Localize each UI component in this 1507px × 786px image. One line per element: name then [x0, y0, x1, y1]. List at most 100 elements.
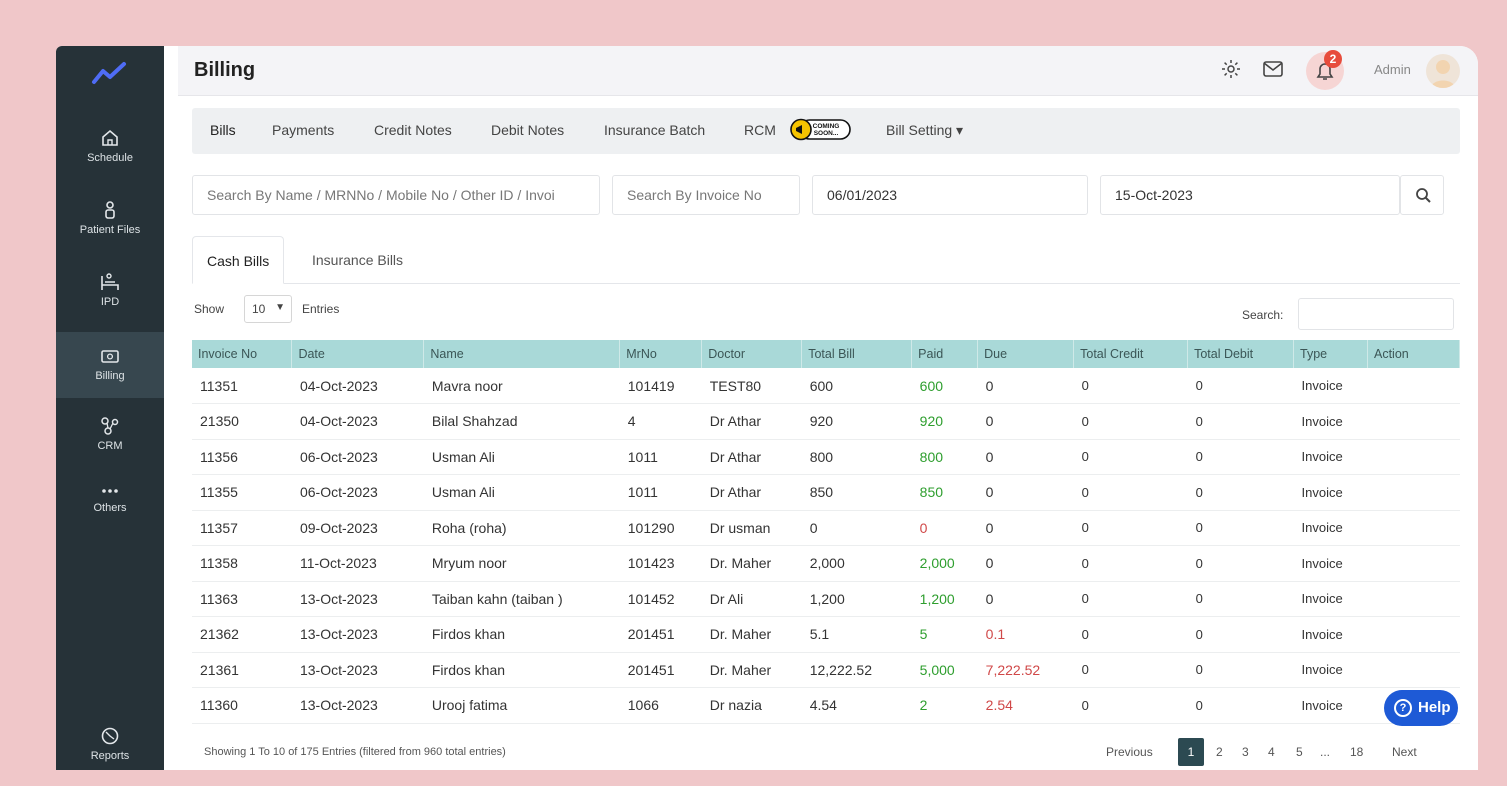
bill-type-tabs: Cash Bills Insurance Bills	[192, 236, 1460, 284]
entries-label: Entries	[302, 302, 340, 316]
table-cell: 600	[911, 368, 978, 404]
column-header[interactable]: Due	[977, 340, 1075, 368]
table-row[interactable]: 21361 13-Oct-2023 Firdos khan 201451 Dr. Mah…	[192, 652, 1460, 688]
sidebar-item-others[interactable]: Others	[56, 470, 164, 536]
page-link[interactable]: 1	[1178, 738, 1204, 766]
app-logo-icon[interactable]	[56, 58, 164, 93]
table-row[interactable]: 11363 13-Oct-2023 Taiban kahn (taiban ) 101…	[192, 581, 1460, 617]
table-cell: 850	[801, 474, 912, 511]
table-row[interactable]: 11357 09-Oct-2023 Roha (roha) 101290 Dr usma…	[192, 510, 1460, 546]
tab-rcm[interactable]: RCM	[744, 122, 776, 138]
table-cell: 201451	[619, 616, 702, 653]
sidebar-item-schedule[interactable]: Schedule	[56, 114, 164, 180]
table-cell: 1,200	[801, 581, 912, 617]
coming-soon-badge: COMING SOON...	[790, 117, 852, 142]
table-row[interactable]: 11356 06-Oct-2023 Usman Ali 1011 Dr Athar 800…	[192, 439, 1460, 475]
app-window: Schedule Patient Files IPD Billing CRM O…	[56, 46, 1478, 770]
svg-text:SOON...: SOON...	[814, 130, 839, 137]
table-cell: 5,000	[911, 652, 978, 688]
home-icon	[102, 129, 118, 146]
column-header[interactable]: Name	[423, 340, 621, 368]
column-header[interactable]: Type	[1293, 340, 1368, 368]
sidebar-item-crm[interactable]: CRM	[56, 402, 164, 468]
table-cell: Dr Ali	[701, 581, 802, 617]
table-cell: 0	[1073, 616, 1188, 653]
page-link[interactable]: 4	[1268, 738, 1275, 766]
table-cell: 2.54	[977, 687, 1074, 724]
table-cell: 0	[977, 403, 1074, 440]
column-header[interactable]: Total Bill	[801, 340, 913, 368]
page-link[interactable]: Next	[1392, 738, 1417, 766]
column-header[interactable]: Date	[291, 340, 425, 368]
page-link[interactable]: 5	[1296, 738, 1303, 766]
user-name[interactable]: Admin	[1374, 62, 1411, 77]
tab-credit-notes[interactable]: Credit Notes	[374, 122, 452, 138]
table-cell: 0	[1187, 439, 1294, 475]
table-cell: 06-Oct-2023	[291, 474, 424, 511]
sidebar-item-billing[interactable]: Billing	[56, 332, 164, 398]
column-header[interactable]: Total Credit	[1073, 340, 1189, 368]
tab-payments[interactable]: Payments	[272, 122, 334, 138]
table-cell: 0	[1073, 652, 1188, 688]
reports-icon	[101, 727, 119, 745]
page-link[interactable]: 3	[1242, 738, 1249, 766]
date-to-field[interactable]: 15-Oct-2023	[1100, 175, 1400, 215]
table-row[interactable]: 21350 04-Oct-2023 Bilal Shahzad 4 Dr Athar 92…	[192, 403, 1460, 440]
gear-icon[interactable]	[1220, 58, 1242, 85]
table-row[interactable]: 11358 11-Oct-2023 Mryum noor 101423 Dr. Mahe…	[192, 545, 1460, 582]
tab-cash-bills[interactable]: Cash Bills	[192, 236, 285, 284]
column-header[interactable]: Total Debit	[1187, 340, 1294, 368]
tab-bill-setting[interactable]: Bill Setting ▾	[886, 122, 963, 139]
table-cell: 0	[1187, 474, 1294, 511]
table-cell: 09-Oct-2023	[291, 510, 424, 546]
tab-debit-notes[interactable]: Debit Notes	[491, 122, 564, 138]
sidebar-item-reports[interactable]: Reports	[56, 712, 164, 770]
table-cell: Dr. Maher	[701, 545, 802, 582]
help-button[interactable]: ? Help	[1384, 690, 1458, 726]
table-cell: Invoice	[1293, 616, 1368, 653]
page-link[interactable]: Previous	[1106, 738, 1153, 766]
table-cell: Invoice	[1293, 368, 1368, 404]
table-cell: Dr. Maher	[701, 652, 802, 688]
tab-bills[interactable]: Bills	[210, 122, 236, 138]
column-header[interactable]: Paid	[911, 340, 979, 368]
search-button[interactable]	[1400, 175, 1444, 215]
column-header[interactable]: MrNo	[619, 340, 703, 368]
column-header[interactable]: Doctor	[701, 340, 803, 368]
table-cell: 0	[1073, 510, 1188, 546]
table-cell: Dr nazia	[701, 687, 802, 724]
tab-insurance-bills[interactable]: Insurance Bills	[298, 236, 417, 284]
search-icon	[1416, 188, 1431, 203]
table-search-input[interactable]	[1298, 298, 1454, 330]
table-cell: 11355	[192, 474, 292, 511]
table-row[interactable]: 21362 13-Oct-2023 Firdos khan 201451 Dr. Mah…	[192, 616, 1460, 653]
table-cell	[1367, 510, 1460, 546]
table-row[interactable]: 11355 06-Oct-2023 Usman Ali 1011 Dr Athar 850…	[192, 474, 1460, 511]
table-cell: Urooj fatima	[423, 687, 620, 724]
page-size-select[interactable]: 10 ▼	[244, 295, 292, 323]
table-cell: 0	[1187, 545, 1294, 582]
table-row[interactable]: 11360 13-Oct-2023 Urooj fatima 1066 Dr nazia…	[192, 687, 1460, 724]
table-cell: Roha (roha)	[423, 510, 620, 546]
invoice-search-input[interactable]: Search By Invoice No	[612, 175, 800, 215]
table-row[interactable]: 11351 04-Oct-2023 Mavra noor 101419 TEST80 60…	[192, 368, 1460, 404]
date-from-field[interactable]: 06/01/2023	[812, 175, 1088, 215]
page-link[interactable]: ...	[1320, 738, 1330, 766]
mail-icon[interactable]	[1262, 59, 1284, 84]
tab-insurance-batch[interactable]: Insurance Batch	[604, 122, 705, 138]
table-cell	[1367, 652, 1460, 688]
table-cell: 12,222.52	[801, 652, 912, 688]
table-cell	[1367, 581, 1460, 617]
avatar[interactable]	[1426, 54, 1460, 88]
sidebar-item-patient-files[interactable]: Patient Files	[56, 186, 164, 252]
column-header[interactable]: Action	[1367, 340, 1461, 368]
sidebar-item-ipd[interactable]: IPD	[56, 258, 164, 324]
page-link[interactable]: 2	[1216, 738, 1223, 766]
column-header[interactable]: Invoice No	[192, 340, 293, 368]
page-link[interactable]: 18	[1350, 738, 1363, 766]
table-cell	[1367, 474, 1460, 511]
notification-bell[interactable]: 2	[1306, 50, 1344, 90]
table-cell: 0	[1187, 687, 1294, 724]
patient-search-input[interactable]: Search By Name / MRNNo / Mobile No / Oth…	[192, 175, 600, 215]
table-cell: 850	[911, 474, 978, 511]
